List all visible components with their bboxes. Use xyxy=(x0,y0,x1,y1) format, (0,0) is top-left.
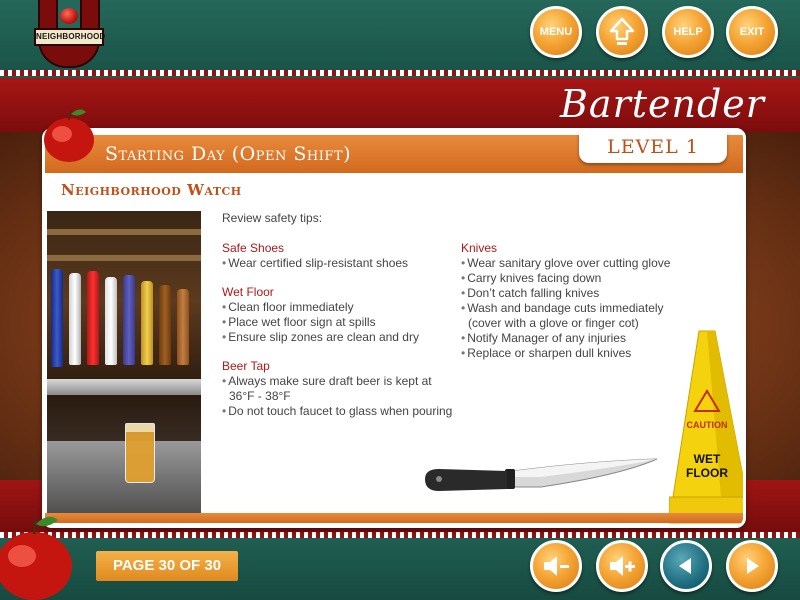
tip-heading: Beer Tap xyxy=(222,359,270,373)
tap-handle xyxy=(69,273,81,365)
page-indicator: PAGE 30 OF 30 xyxy=(96,551,238,581)
beer-glass xyxy=(125,423,155,483)
tip-item: Don’t catch falling knives xyxy=(461,286,691,301)
tip-item: Clean floor immediately xyxy=(222,300,460,315)
menu-button-label: MENU xyxy=(539,26,573,38)
tips-column-right: Knives Wear sanitary glove over cutting … xyxy=(461,241,691,375)
tip-item: Carry knives facing down xyxy=(461,271,691,286)
home-button[interactable] xyxy=(596,6,648,58)
volume-down-icon xyxy=(544,556,569,576)
tap-handle xyxy=(159,285,171,365)
help-button-label: HELP xyxy=(673,26,703,38)
photo-shelf xyxy=(47,255,201,261)
decorative-stripe xyxy=(0,70,800,76)
tip-heading: Safe Shoes xyxy=(222,241,285,255)
panel-bottom-bar xyxy=(45,513,743,523)
home-arrow-icon xyxy=(609,17,635,45)
tip-heading: Knives xyxy=(461,241,498,255)
menu-button[interactable]: MENU xyxy=(530,6,582,58)
tip-group-beer-tap: Beer Tap Always make sure draft beer is … xyxy=(222,359,460,419)
tap-handle xyxy=(105,277,117,365)
cone-caution-text: CAUTION xyxy=(687,420,728,430)
tap-handle xyxy=(51,269,63,367)
tip-item: Wash and bandage cuts immediately (cover… xyxy=(461,301,691,331)
drip-tray xyxy=(47,441,201,513)
tip-item: Place wet floor sign at spills xyxy=(222,315,460,330)
tips-column-left: Safe Shoes Wear certified slip-resistant… xyxy=(222,241,460,433)
lesson-panel: Starting Day (Open Shift) LEVEL 1 Neighb… xyxy=(42,128,746,528)
tip-item: Always make sure draft beer is kept at 3… xyxy=(222,374,460,404)
tip-heading: Wet Floor xyxy=(222,285,274,299)
tip-item: Do not touch faucet to glass when pourin… xyxy=(222,404,460,419)
intro-text: Review safety tips: xyxy=(222,211,323,225)
volume-up-button[interactable] xyxy=(596,540,648,592)
beer-tap-photo xyxy=(47,211,201,513)
tip-item: Notify Manager of any injuries xyxy=(461,331,691,346)
volume-up-icon xyxy=(610,556,635,576)
photo-shelf xyxy=(47,229,201,235)
logo-apple-icon xyxy=(60,8,78,24)
tip-group-knives: Knives Wear sanitary glove over cutting … xyxy=(461,241,691,361)
help-button[interactable]: HELP xyxy=(662,6,714,58)
back-button[interactable] xyxy=(660,540,712,592)
exit-button[interactable]: EXIT xyxy=(726,6,778,58)
apple-icon xyxy=(0,516,72,600)
section-title: Neighborhood Watch xyxy=(61,181,242,199)
level-badge: LEVEL 1 xyxy=(579,131,727,163)
tap-handle xyxy=(87,271,99,365)
tip-item: Wear sanitary glove over cutting glove xyxy=(461,256,691,271)
neighborhood-logo: NEIGHBORHOOD xyxy=(34,0,105,68)
cone-floor-text: FLOOR xyxy=(686,466,728,480)
next-button[interactable] xyxy=(726,540,778,592)
tip-item: Wear certified slip-resistant shoes xyxy=(222,256,460,271)
cone-wet-text: WET xyxy=(694,452,721,466)
tip-item: Replace or sharpen dull knives xyxy=(461,346,691,361)
course-name: Bartender xyxy=(560,82,765,126)
exit-button-label: EXIT xyxy=(739,26,765,38)
volume-down-button[interactable] xyxy=(530,540,582,592)
apple-icon xyxy=(44,109,94,162)
wet-floor-cone: CAUTION WET FLOOR xyxy=(669,330,743,524)
tip-group-safe-shoes: Safe Shoes Wear certified slip-resistant… xyxy=(222,241,460,271)
tap-handle xyxy=(123,275,135,365)
back-arrow-icon xyxy=(679,558,691,574)
next-arrow-icon xyxy=(747,558,759,574)
lesson-title: Starting Day (Open Shift) xyxy=(105,143,351,165)
logo-text: NEIGHBORHOOD xyxy=(34,28,105,46)
knife-illustration xyxy=(425,458,658,491)
tip-group-wet-floor: Wet Floor Clean floor immediately Place … xyxy=(222,285,460,345)
tip-item: Ensure slip zones are clean and dry xyxy=(222,330,460,345)
tap-handle xyxy=(141,281,153,365)
tap-handle xyxy=(177,289,189,365)
tap-rail xyxy=(47,379,201,395)
